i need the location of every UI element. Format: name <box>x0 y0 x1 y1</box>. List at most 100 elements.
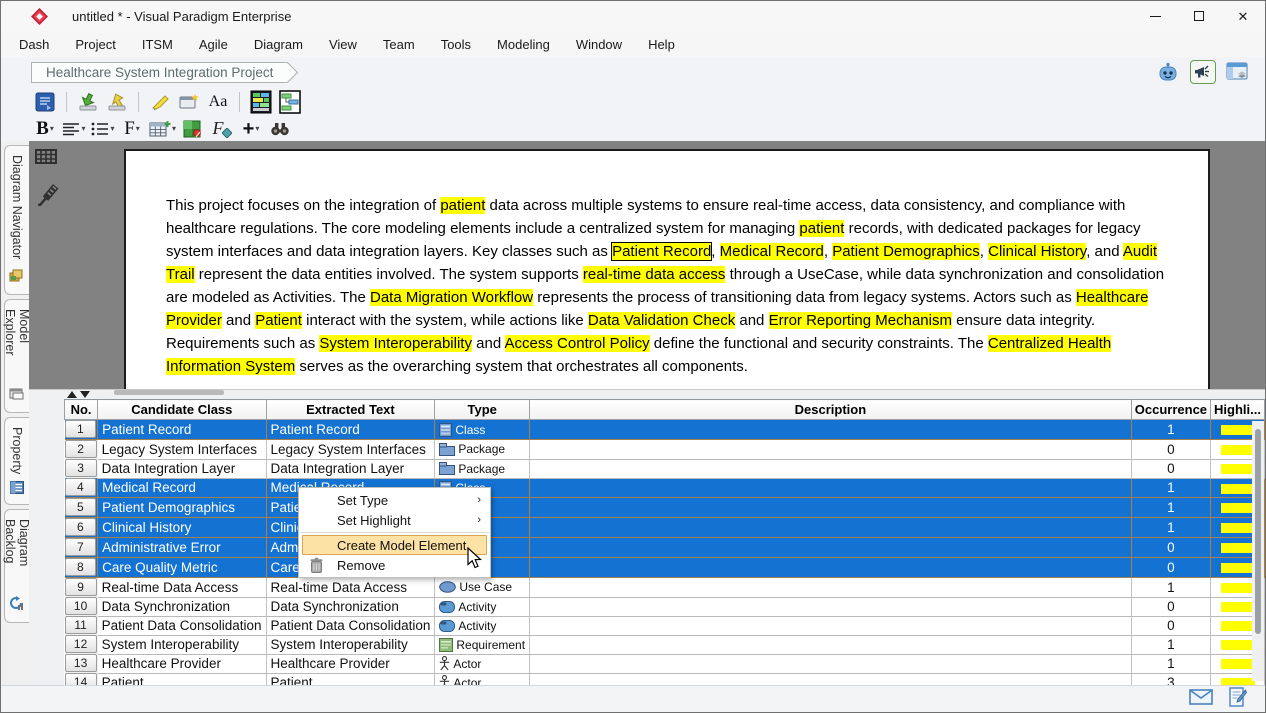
description-cell[interactable] <box>530 578 1132 598</box>
candidate-class-cell[interactable]: Medical Record <box>98 478 266 498</box>
row-number-cell[interactable]: 12 <box>65 635 98 654</box>
highlighted-term[interactable]: Error Reporting Mechanism <box>769 312 952 329</box>
occurrence-cell[interactable]: 0 <box>1131 440 1210 460</box>
sidebar-tab-diagram-navigator[interactable]: Diagram Navigator <box>4 145 29 295</box>
extracted-text-cell[interactable]: Real-time Data Access <box>266 578 435 598</box>
highlighted-term[interactable]: real-time data access <box>583 266 726 283</box>
type-cell[interactable]: Requirement <box>435 635 530 654</box>
context-menu-item-create-model-element[interactable]: Create Model Element <box>302 535 487 555</box>
doc-overview-icon[interactable] <box>249 90 273 113</box>
extracted-text-cell[interactable]: Healthcare Provider <box>266 654 435 673</box>
context-menu-item-set-type[interactable]: Set Type› <box>299 490 490 510</box>
extracted-text-cell[interactable]: Patient Data Consolidation <box>266 616 435 635</box>
occurrence-cell[interactable]: 0 <box>1131 558 1210 578</box>
breadcrumb[interactable]: Healthcare System Integration Project <box>31 62 288 83</box>
row-number-cell[interactable]: 11 <box>65 616 98 635</box>
type-cell[interactable]: Actor <box>435 654 530 673</box>
table-row[interactable]: 5Patient DemographicsPatient Demographic… <box>65 498 1265 518</box>
maximize-button[interactable] <box>1177 1 1221 31</box>
description-cell[interactable] <box>530 518 1132 538</box>
row-number-cell[interactable]: 8 <box>65 558 98 578</box>
context-menu-item-set-highlight[interactable]: Set Highlight› <box>299 510 490 530</box>
description-cell[interactable] <box>530 478 1132 498</box>
row-number-cell[interactable]: 5 <box>65 498 98 518</box>
highlighted-term[interactable]: Access Control Policy <box>505 335 650 352</box>
sweeper-icon[interactable] <box>35 181 59 216</box>
table-row[interactable]: 9Real-time Data AccessReal-time Data Acc… <box>65 578 1265 598</box>
new-window-icon[interactable] <box>177 90 201 113</box>
extracted-text-cell[interactable]: Patient Record <box>266 420 435 440</box>
table-row[interactable]: 3Data Integration LayerData Integration … <box>65 459 1265 478</box>
ai-assistant-icon[interactable] <box>1155 60 1181 84</box>
table-row[interactable]: 7Administrative ErrorAdministrative Erro… <box>65 538 1265 558</box>
occurrence-cell[interactable]: 0 <box>1131 459 1210 478</box>
doc-structure-icon[interactable] <box>278 90 302 113</box>
menu-modeling[interactable]: Modeling <box>484 34 563 55</box>
highlighted-term[interactable]: Medical Record <box>720 243 824 260</box>
font-style-button[interactable]: Aa <box>206 90 230 113</box>
menu-dash[interactable]: Dash <box>6 34 62 55</box>
export-icon[interactable] <box>105 90 129 113</box>
announcement-icon[interactable] <box>1190 60 1216 84</box>
candidate-class-cell[interactable]: Patient Demographics <box>98 498 266 518</box>
splitter-collapse-buttons[interactable] <box>67 391 90 398</box>
bold-button[interactable]: B▾ <box>33 117 57 140</box>
sidebar-tab-property[interactable]: Property <box>4 417 29 505</box>
grid-icon[interactable] <box>35 149 59 169</box>
candidate-class-cell[interactable]: Care Quality Metric <box>98 558 266 578</box>
occurrence-cell[interactable]: 1 <box>1131 578 1210 598</box>
menu-project[interactable]: Project <box>62 34 128 55</box>
table-row[interactable]: 12System InteroperabilitySystem Interope… <box>65 635 1265 654</box>
highlighted-term[interactable]: patient <box>799 220 844 237</box>
table-row[interactable]: 8Care Quality MetricCare Quality Metric0 <box>65 558 1265 578</box>
menu-diagram[interactable]: Diagram <box>241 34 316 55</box>
description-cell[interactable] <box>530 597 1132 616</box>
description-cell[interactable] <box>530 654 1132 673</box>
sidebar-tab-model-explorer[interactable]: Model Explorer <box>4 299 29 413</box>
row-number-cell[interactable]: 6 <box>65 518 98 538</box>
description-cell[interactable] <box>530 616 1132 635</box>
description-cell[interactable] <box>530 459 1132 478</box>
sidebar-tab-diagram-backlog[interactable]: Diagram Backlog <box>4 509 29 623</box>
selected-highlighted-term[interactable]: Patient Record <box>612 243 711 260</box>
description-cell[interactable] <box>530 420 1132 440</box>
menu-help[interactable]: Help <box>635 34 688 55</box>
occurrence-cell[interactable]: 1 <box>1131 498 1210 518</box>
occurrence-cell[interactable]: 1 <box>1131 518 1210 538</box>
minimize-button[interactable] <box>1133 1 1177 31</box>
highlighter-icon[interactable] <box>148 90 172 113</box>
type-cell[interactable]: Class <box>435 420 530 440</box>
extracted-text-cell[interactable]: Data Synchronization <box>266 597 435 616</box>
export-document-icon[interactable] <box>33 90 57 113</box>
candidate-class-cell[interactable]: Patient Data Consolidation <box>98 616 266 635</box>
occurrence-cell[interactable]: 1 <box>1131 635 1210 654</box>
context-menu-item-remove[interactable]: Remove <box>299 555 490 575</box>
menu-window[interactable]: Window <box>563 34 635 55</box>
note-edit-icon[interactable] <box>1229 687 1247 712</box>
list-button[interactable]: ▾ <box>91 117 115 140</box>
extracted-text-cell[interactable]: System Interoperability <box>266 635 435 654</box>
align-button[interactable]: ▾ <box>62 117 86 140</box>
type-cell[interactable]: Use Case <box>435 578 530 598</box>
row-number-cell[interactable]: 1 <box>65 420 98 440</box>
description-cell[interactable] <box>530 635 1132 654</box>
candidate-class-cell[interactable]: Clinical History <box>98 518 266 538</box>
description-cell[interactable] <box>530 538 1132 558</box>
column-header-occurrence[interactable]: Occurrence <box>1131 400 1210 420</box>
highlighted-term[interactable]: Patient <box>255 312 302 329</box>
column-header-highli[interactable]: Highli... <box>1211 400 1265 420</box>
formula-button[interactable]: F <box>210 117 234 140</box>
column-header-candidate-class[interactable]: Candidate Class <box>98 400 266 420</box>
splitter-handle[interactable] <box>114 390 224 395</box>
menu-view[interactable]: View <box>316 34 370 55</box>
candidate-class-cell[interactable]: System Interoperability <box>98 635 266 654</box>
candidate-class-cell[interactable]: Patient Record <box>98 420 266 440</box>
row-number-cell[interactable]: 4 <box>65 478 98 498</box>
highlighted-term[interactable]: Data Validation Check <box>588 312 735 329</box>
extracted-text-cell[interactable]: Legacy System Interfaces <box>266 440 435 460</box>
row-number-cell[interactable]: 2 <box>65 440 98 460</box>
color-palette-button[interactable] <box>181 117 205 140</box>
row-number-cell[interactable]: 3 <box>65 459 98 478</box>
find-button[interactable] <box>268 117 292 140</box>
add-button[interactable]: +▾ <box>239 117 263 140</box>
